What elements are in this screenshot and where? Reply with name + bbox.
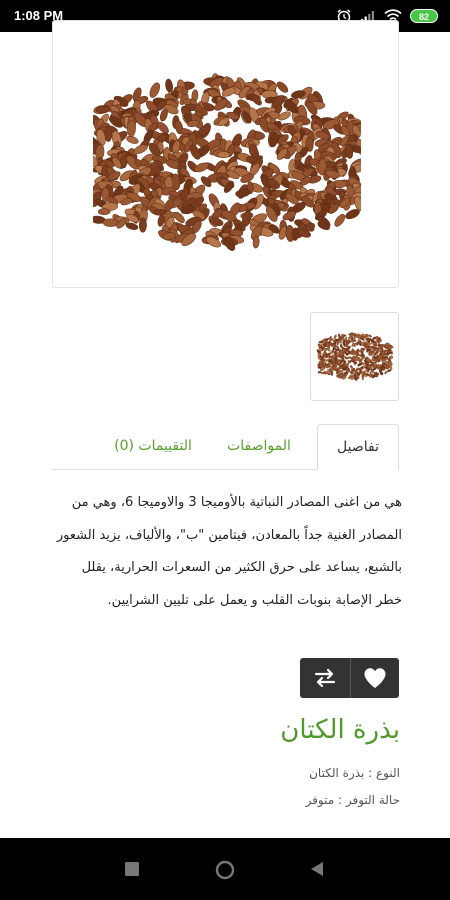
flax-seeds-image	[93, 73, 361, 251]
product-type: النوع : بذرة الكتان	[309, 766, 400, 780]
product-tabs: تفاصيل المواصفات التقييمات (0)	[52, 424, 399, 471]
tab-reviews[interactable]: التقييمات (0)	[103, 424, 203, 470]
home-button[interactable]	[215, 860, 235, 880]
tab-specifications[interactable]: المواصفات	[219, 424, 299, 470]
navigation-bar	[0, 838, 450, 900]
product-name: بذرة الكتان	[280, 715, 400, 745]
tab-details[interactable]: تفاصيل	[317, 424, 399, 471]
product-availability: حالة التوفر : متوفر	[305, 793, 400, 807]
flax-seeds-thumbnail	[316, 332, 394, 381]
compare-button[interactable]	[300, 658, 350, 698]
battery-icon: 82	[410, 9, 438, 23]
product-thumbnail[interactable]	[310, 312, 399, 401]
heart-icon	[364, 668, 386, 688]
recents-button[interactable]	[125, 862, 139, 876]
favorite-button[interactable]	[349, 658, 400, 698]
back-button[interactable]	[310, 861, 324, 877]
product-description: هي من اغنى المصادر النباتية بالأوميجا 3 …	[56, 495, 402, 608]
product-actions	[300, 658, 399, 698]
compare-arrows-icon	[314, 668, 335, 688]
product-main-image[interactable]	[52, 20, 399, 288]
